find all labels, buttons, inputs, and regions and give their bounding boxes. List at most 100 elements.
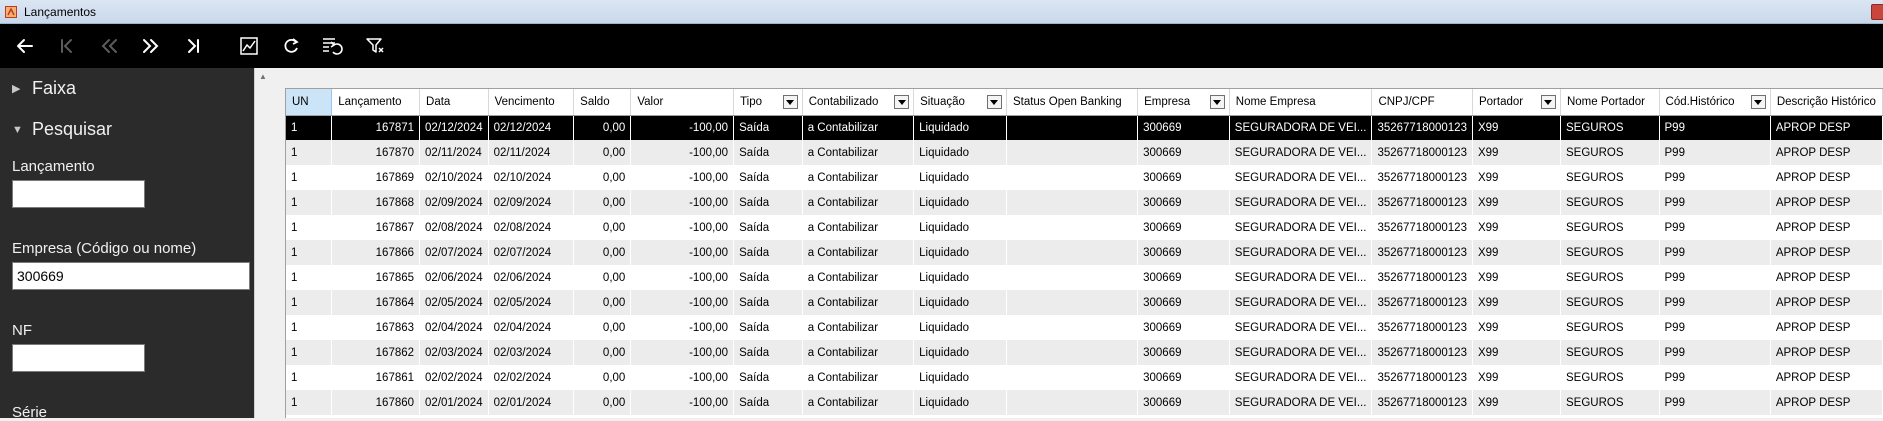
table-cell[interactable]: Saída	[733, 215, 803, 240]
table-cell[interactable]: APROP DESP	[1770, 115, 1883, 140]
table-cell[interactable]: 167861	[331, 365, 420, 390]
table-row[interactable]: 1 167871 02/12/2024 02/12/2024 0,00 -100,00 Sa…	[286, 115, 1883, 140]
table-cell[interactable]: 167860	[331, 390, 420, 415]
table-cell[interactable]: 0,00	[573, 240, 631, 265]
table-cell[interactable]: SEGURADORA DE VEI...	[1229, 190, 1372, 215]
table-cell[interactable]: P99	[1659, 140, 1771, 165]
table-cell[interactable]: Saída	[733, 115, 803, 140]
table-cell[interactable]: X99	[1472, 140, 1561, 165]
table-cell[interactable]: 300669	[1137, 315, 1230, 340]
table-cell[interactable]: 35267718000123	[1371, 215, 1473, 240]
table-cell[interactable]: 167868	[331, 190, 420, 215]
table-cell[interactable]: a Contabilizar	[802, 315, 914, 340]
table-cell[interactable]: 35267718000123	[1371, 390, 1473, 415]
column-header[interactable]: Saldo	[573, 89, 632, 116]
column-filter-button[interactable]	[782, 95, 798, 109]
table-cell[interactable]: 300669	[1137, 265, 1230, 290]
table-cell[interactable]: 02/07/2024	[419, 240, 489, 265]
table-cell[interactable]: 35267718000123	[1371, 190, 1473, 215]
table-cell[interactable]: 1	[286, 190, 332, 215]
previous-button[interactable]	[88, 24, 130, 68]
table-cell[interactable]: 0,00	[573, 215, 631, 240]
table-cell[interactable]: APROP DESP	[1770, 165, 1883, 190]
table-cell[interactable]: 02/07/2024	[488, 240, 574, 265]
table-cell[interactable]: 0,00	[573, 190, 631, 215]
table-cell[interactable]: a Contabilizar	[802, 240, 914, 265]
table-cell[interactable]: P99	[1659, 390, 1771, 415]
column-filter-button[interactable]	[1750, 95, 1766, 109]
table-cell[interactable]: a Contabilizar	[802, 390, 914, 415]
column-header[interactable]: Data	[419, 89, 489, 116]
table-cell[interactable]: -100,00	[630, 315, 734, 340]
table-cell[interactable]: 02/03/2024	[419, 340, 489, 365]
table-cell[interactable]: X99	[1472, 190, 1561, 215]
table-cell[interactable]: 02/01/2024	[419, 390, 489, 415]
column-header[interactable]: Status Open Banking	[1006, 89, 1139, 116]
table-cell[interactable]: Liquidado	[913, 140, 1007, 165]
table-cell[interactable]: 0,00	[573, 390, 631, 415]
table-cell[interactable]: SEGUROS	[1560, 140, 1660, 165]
table-cell[interactable]: 0,00	[573, 265, 631, 290]
table-cell[interactable]: Liquidado	[913, 290, 1007, 315]
table-cell[interactable]: Liquidado	[913, 315, 1007, 340]
table-cell[interactable]: X99	[1472, 290, 1561, 315]
table-row[interactable]: 1 167865 02/06/2024 02/06/2024 0,00 -100,00 Sa…	[286, 265, 1883, 290]
table-cell[interactable]: -100,00	[630, 240, 734, 265]
section-pesquisar[interactable]: ▼ Pesquisar	[12, 119, 112, 140]
table-cell[interactable]: APROP DESP	[1770, 215, 1883, 240]
column-filter-button[interactable]	[1209, 95, 1225, 109]
column-filter-button[interactable]	[1540, 95, 1556, 109]
table-cell[interactable]: 0,00	[573, 315, 631, 340]
table-cell[interactable]: SEGUROS	[1560, 315, 1660, 340]
column-header[interactable]: Nome Empresa	[1229, 89, 1373, 116]
table-cell[interactable]: 02/11/2024	[488, 140, 574, 165]
section-faixa[interactable]: ▶ Faixa	[12, 78, 76, 99]
lancamento-input[interactable]	[12, 180, 145, 208]
table-cell[interactable]: SEGUROS	[1560, 340, 1660, 365]
table-cell[interactable]: 300669	[1137, 115, 1230, 140]
table-cell[interactable]: SEGUROS	[1560, 390, 1660, 415]
column-header[interactable]: Lançamento	[331, 89, 421, 116]
table-cell[interactable]: 300669	[1137, 215, 1230, 240]
table-row[interactable]: 1 167861 02/02/2024 02/02/2024 0,00 -100,00 Sa…	[286, 365, 1883, 390]
table-cell[interactable]: SEGURADORA DE VEI...	[1229, 390, 1372, 415]
table-cell[interactable]: 02/06/2024	[488, 265, 574, 290]
table-cell[interactable]: -100,00	[630, 115, 734, 140]
table-cell[interactable]	[1006, 315, 1138, 340]
table-cell[interactable]: 35267718000123	[1371, 340, 1473, 365]
table-cell[interactable]: -100,00	[630, 215, 734, 240]
table-cell[interactable]: 02/12/2024	[488, 115, 574, 140]
table-cell[interactable]: SEGUROS	[1560, 190, 1660, 215]
table-cell[interactable]: 35267718000123	[1371, 165, 1473, 190]
column-header[interactable]: Vencimento	[488, 89, 575, 116]
table-cell[interactable]: 35267718000123	[1371, 140, 1473, 165]
table-cell[interactable]: a Contabilizar	[802, 340, 914, 365]
table-cell[interactable]: a Contabilizar	[802, 165, 914, 190]
table-cell[interactable]	[1006, 115, 1138, 140]
table-cell[interactable]	[1006, 265, 1138, 290]
table-cell[interactable]: Liquidado	[913, 340, 1007, 365]
table-cell[interactable]: 1	[286, 365, 332, 390]
table-cell[interactable]: SEGURADORA DE VEI...	[1229, 165, 1372, 190]
table-cell[interactable]: Saída	[733, 140, 803, 165]
table-cell[interactable]: Liquidado	[913, 190, 1007, 215]
table-cell[interactable]: Saída	[733, 165, 803, 190]
scroll-up-icon[interactable]: ▲	[259, 72, 267, 81]
table-cell[interactable]: 02/02/2024	[488, 365, 574, 390]
table-cell[interactable]: P99	[1659, 190, 1771, 215]
table-cell[interactable]: X99	[1472, 240, 1561, 265]
table-row[interactable]: 1 167866 02/07/2024 02/07/2024 0,00 -100,00 Sa…	[286, 240, 1883, 265]
table-cell[interactable]: APROP DESP	[1770, 190, 1883, 215]
table-cell[interactable]: Saída	[733, 340, 803, 365]
table-cell[interactable]: 0,00	[573, 165, 631, 190]
table-cell[interactable]: 02/04/2024	[419, 315, 489, 340]
table-cell[interactable]: X99	[1472, 365, 1561, 390]
empresa-input[interactable]	[12, 262, 250, 290]
table-cell[interactable]: 02/08/2024	[419, 215, 489, 240]
column-header[interactable]: Contabilizado	[802, 89, 915, 116]
refresh-button[interactable]	[270, 24, 312, 68]
table-cell[interactable]: 167863	[331, 315, 420, 340]
table-cell[interactable]: P99	[1659, 340, 1771, 365]
table-cell[interactable]: 0,00	[573, 365, 631, 390]
table-cell[interactable]: 1	[286, 265, 332, 290]
